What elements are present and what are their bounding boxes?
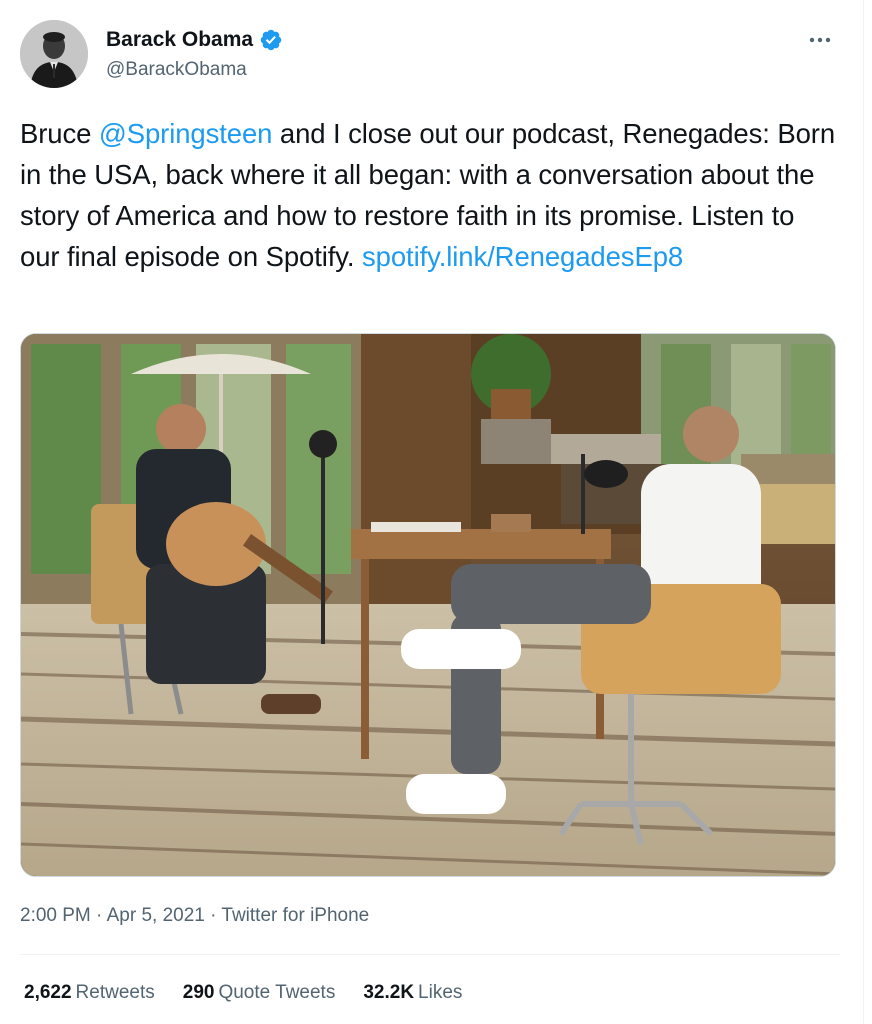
divider: [20, 954, 840, 955]
mention-link[interactable]: @Springsteen: [99, 118, 273, 149]
photo-illustration: [21, 334, 835, 876]
verified-badge-icon: [260, 29, 282, 51]
name-row: Barack Obama: [106, 28, 283, 52]
quote-tweets-count: 290: [182, 982, 215, 1003]
more-options-button[interactable]: [806, 28, 834, 52]
likes-label: Likes: [418, 982, 463, 1003]
likes-count: 32.2K: [363, 982, 415, 1003]
display-name[interactable]: Barack Obama: [106, 28, 253, 52]
retweets-label: Retweets: [75, 982, 155, 1003]
quote-tweets-stat[interactable]: 290 Quote Tweets: [183, 980, 336, 1006]
retweets-stat[interactable]: 2,622 Retweets: [24, 980, 155, 1006]
likes-stat[interactable]: 32.2K Likes: [363, 980, 462, 1006]
tweet-photo[interactable]: [20, 333, 836, 877]
profile-photo: [20, 20, 88, 88]
meta-separator: ·: [96, 905, 103, 926]
quote-tweets-label: Quote Tweets: [218, 982, 336, 1003]
tweet-time[interactable]: 2:00 PM: [20, 905, 91, 926]
url-link[interactable]: spotify.link/RenegadesEp8: [362, 241, 683, 272]
tweet-header: Barack Obama @BarackObama: [20, 20, 840, 92]
timeline-border: [863, 0, 864, 1024]
avatar[interactable]: [20, 20, 88, 88]
tweet-meta: 2:00 PM · Apr 5, 2021 · Twitter for iPho…: [20, 903, 369, 929]
retweets-count: 2,622: [24, 982, 72, 1003]
tweet-date[interactable]: Apr 5, 2021: [107, 905, 205, 926]
tweet-text: Bruce @Springsteen and I close out our p…: [20, 113, 840, 277]
tweet-source[interactable]: Twitter for iPhone: [221, 905, 369, 926]
more-horizontal-icon: [809, 37, 831, 43]
tweet-stats: 2,622 Retweets 290 Quote Tweets 32.2K Likes: [24, 980, 462, 1006]
handle[interactable]: @BarackObama: [106, 58, 247, 82]
meta-separator: ·: [210, 905, 217, 926]
tweet-text-segment: Bruce: [20, 118, 99, 149]
